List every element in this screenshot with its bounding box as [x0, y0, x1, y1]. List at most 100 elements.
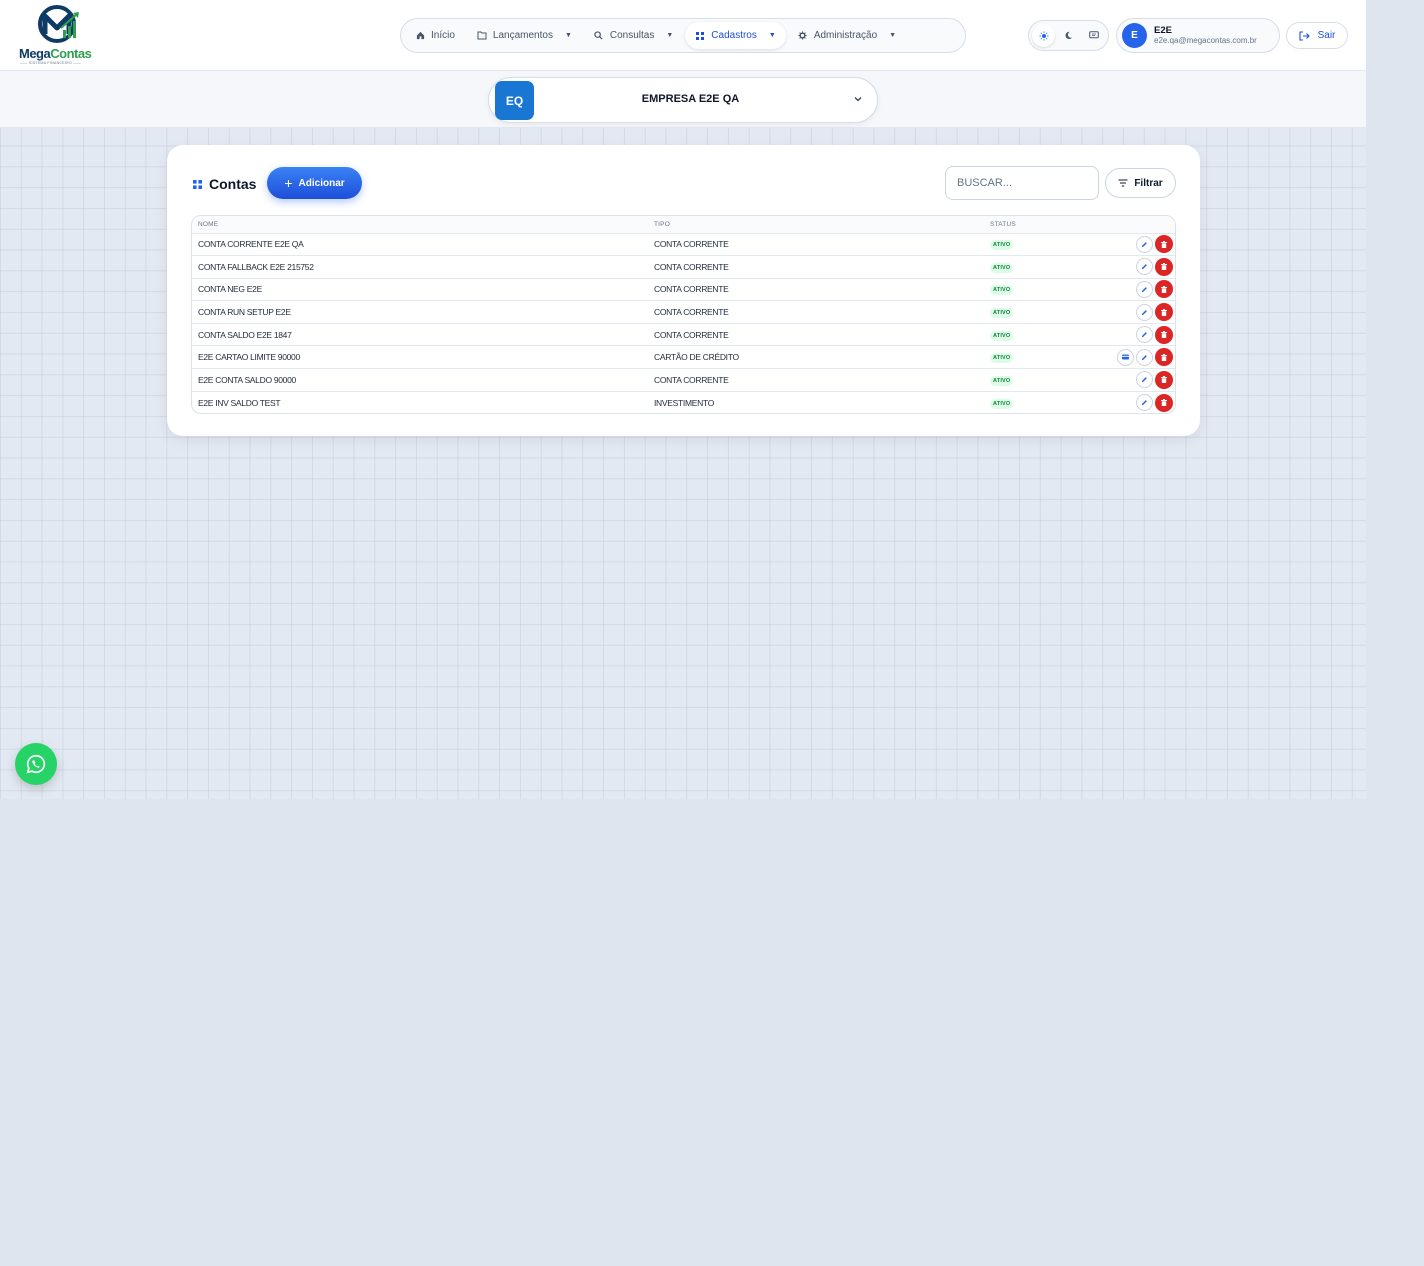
nav-item-inicio[interactable]: Início: [405, 22, 465, 49]
nav-item-consultas[interactable]: Consultas ▼: [584, 22, 683, 49]
credit-card-icon: [1122, 354, 1129, 360]
cell-nome: CONTA FALLBACK E2E 215752: [192, 255, 648, 279]
page-title-text: Contas: [209, 176, 257, 192]
table-row[interactable]: E2E INV SALDO TEST INVESTIMENTO ATIVO: [192, 391, 1175, 413]
theme-system-button[interactable]: [1082, 24, 1105, 47]
logout-button[interactable]: Sair: [1286, 22, 1348, 49]
edit-button[interactable]: [1136, 280, 1153, 298]
column-header-status[interactable]: STATUS: [984, 216, 1094, 234]
whatsapp-icon: [26, 754, 46, 774]
nav-label: Cadastros: [711, 30, 757, 41]
trash-icon: [1161, 353, 1167, 361]
pencil-icon: [1141, 241, 1147, 247]
plus-icon: +: [284, 175, 293, 191]
main-nav: Início Lançamentos ▼ Consultas ▼ Cadastr…: [400, 18, 966, 53]
avatar: E: [1122, 23, 1147, 48]
edit-button[interactable]: [1136, 326, 1153, 344]
delete-button[interactable]: [1155, 393, 1173, 412]
pencil-icon: [1141, 400, 1147, 406]
contas-card: Contas + Adicionar Filtrar NOME TIPO STA…: [167, 145, 1200, 436]
column-header-nome[interactable]: NOME: [192, 216, 648, 234]
whatsapp-button[interactable]: [15, 743, 57, 785]
search-icon: [594, 31, 604, 41]
cell-actions: [1094, 391, 1175, 413]
theme-dark-button[interactable]: [1057, 24, 1080, 47]
credit-card-action-button[interactable]: [1117, 348, 1134, 366]
cell-nome: CONTA RUN SETUP E2E: [192, 300, 648, 324]
trash-icon: [1161, 376, 1167, 384]
cell-nome: E2E CONTA SALDO 90000: [192, 368, 648, 392]
add-button[interactable]: + Adicionar: [267, 167, 362, 199]
edit-button[interactable]: [1136, 394, 1153, 412]
trash-icon: [1161, 285, 1167, 293]
theme-light-button[interactable]: [1032, 24, 1055, 47]
trash-icon: [1161, 331, 1167, 339]
cell-nome: CONTA SALDO E2E 1847: [192, 323, 648, 347]
cell-status: ATIVO: [984, 255, 1094, 279]
user-menu[interactable]: E E2E e2e.qa@megacontas.com.br: [1116, 18, 1280, 53]
edit-button[interactable]: [1136, 348, 1153, 366]
cell-nome: CONTA CORRENTE E2E QA: [192, 233, 648, 257]
cell-nome: E2E CARTAO LIMITE 90000: [192, 345, 648, 370]
cell-status: ATIVO: [984, 345, 1094, 370]
chevron-down-icon: [854, 97, 862, 102]
cell-status: ATIVO: [984, 233, 1094, 257]
nav-item-cadastros[interactable]: Cadastros ▼: [685, 22, 786, 49]
table-row[interactable]: CONTA RUN SETUP E2E CONTA CORRENTE ATIVO: [192, 300, 1175, 324]
gear-icon: [798, 31, 808, 41]
nav-item-administracao[interactable]: Administração ▼: [788, 22, 906, 49]
row-actions: [1100, 325, 1175, 344]
table-row[interactable]: E2E CARTAO LIMITE 90000 CARTÃO DE CRÉDIT…: [192, 345, 1175, 370]
edit-button[interactable]: [1136, 371, 1153, 389]
cell-tipo: CONTA CORRENTE: [648, 255, 984, 279]
cell-actions: [1094, 300, 1175, 324]
edit-button[interactable]: [1136, 235, 1153, 253]
cell-tipo: CONTA CORRENTE: [648, 368, 984, 392]
filter-button[interactable]: Filtrar: [1105, 168, 1176, 198]
pencil-icon: [1141, 264, 1147, 270]
cell-actions: [1094, 345, 1175, 370]
theme-switcher: [1028, 20, 1109, 51]
nav-label: Consultas: [609, 30, 655, 41]
nav-item-lancamentos[interactable]: Lançamentos ▼: [467, 22, 582, 49]
user-info: E2E e2e.qa@megacontas.com.br: [1154, 26, 1257, 45]
status-badge: ATIVO: [990, 240, 1014, 251]
search-input[interactable]: [945, 166, 1099, 200]
row-actions: [1100, 235, 1175, 254]
table-row[interactable]: CONTA NEG E2E CONTA CORRENTE ATIVO: [192, 278, 1175, 302]
table-row[interactable]: CONTA SALDO E2E 1847 CONTA CORRENTE ATIV…: [192, 323, 1175, 347]
column-header-actions: [1094, 216, 1175, 234]
company-selector[interactable]: EQ EMPRESA E2E QA: [488, 77, 878, 123]
cell-tipo: CONTA CORRENTE: [648, 323, 984, 347]
delete-button[interactable]: [1155, 257, 1173, 276]
logo-wordmark: MegaContas: [19, 46, 92, 61]
pencil-icon: [1141, 332, 1147, 338]
status-badge: ATIVO: [990, 353, 1014, 364]
table-row[interactable]: CONTA FALLBACK E2E 215752 CONTA CORRENTE…: [192, 255, 1175, 279]
edit-button[interactable]: [1136, 303, 1153, 321]
column-header-tipo[interactable]: TIPO: [648, 216, 984, 234]
table-row[interactable]: CONTA CORRENTE E2E QA CONTA CORRENTE ATI…: [192, 233, 1175, 257]
row-actions: [1100, 370, 1175, 389]
table-row[interactable]: E2E CONTA SALDO 90000 CONTA CORRENTE ATI…: [192, 368, 1175, 392]
contas-table: NOME TIPO STATUS CONTA CORRENTE E2E QA C…: [191, 215, 1176, 414]
status-badge: ATIVO: [990, 375, 1014, 386]
cell-tipo: CONTA CORRENTE: [648, 300, 984, 324]
row-actions: [1100, 257, 1175, 276]
edit-button[interactable]: [1136, 258, 1153, 276]
sun-icon: [1039, 31, 1048, 40]
cell-status: ATIVO: [984, 368, 1094, 392]
caret-down-icon: ▼: [564, 32, 572, 39]
cell-status: ATIVO: [984, 278, 1094, 302]
delete-button[interactable]: [1155, 235, 1173, 254]
delete-button[interactable]: [1155, 325, 1173, 344]
cell-status: ATIVO: [984, 300, 1094, 324]
delete-button[interactable]: [1155, 348, 1173, 367]
status-badge: ATIVO: [990, 262, 1014, 273]
delete-button[interactable]: [1155, 280, 1173, 299]
home-icon: [415, 31, 425, 41]
company-bar: EQ EMPRESA E2E QA: [0, 71, 1366, 128]
delete-button[interactable]: [1155, 370, 1173, 389]
table-header-row: NOME TIPO STATUS: [192, 216, 1175, 234]
delete-button[interactable]: [1155, 303, 1173, 322]
